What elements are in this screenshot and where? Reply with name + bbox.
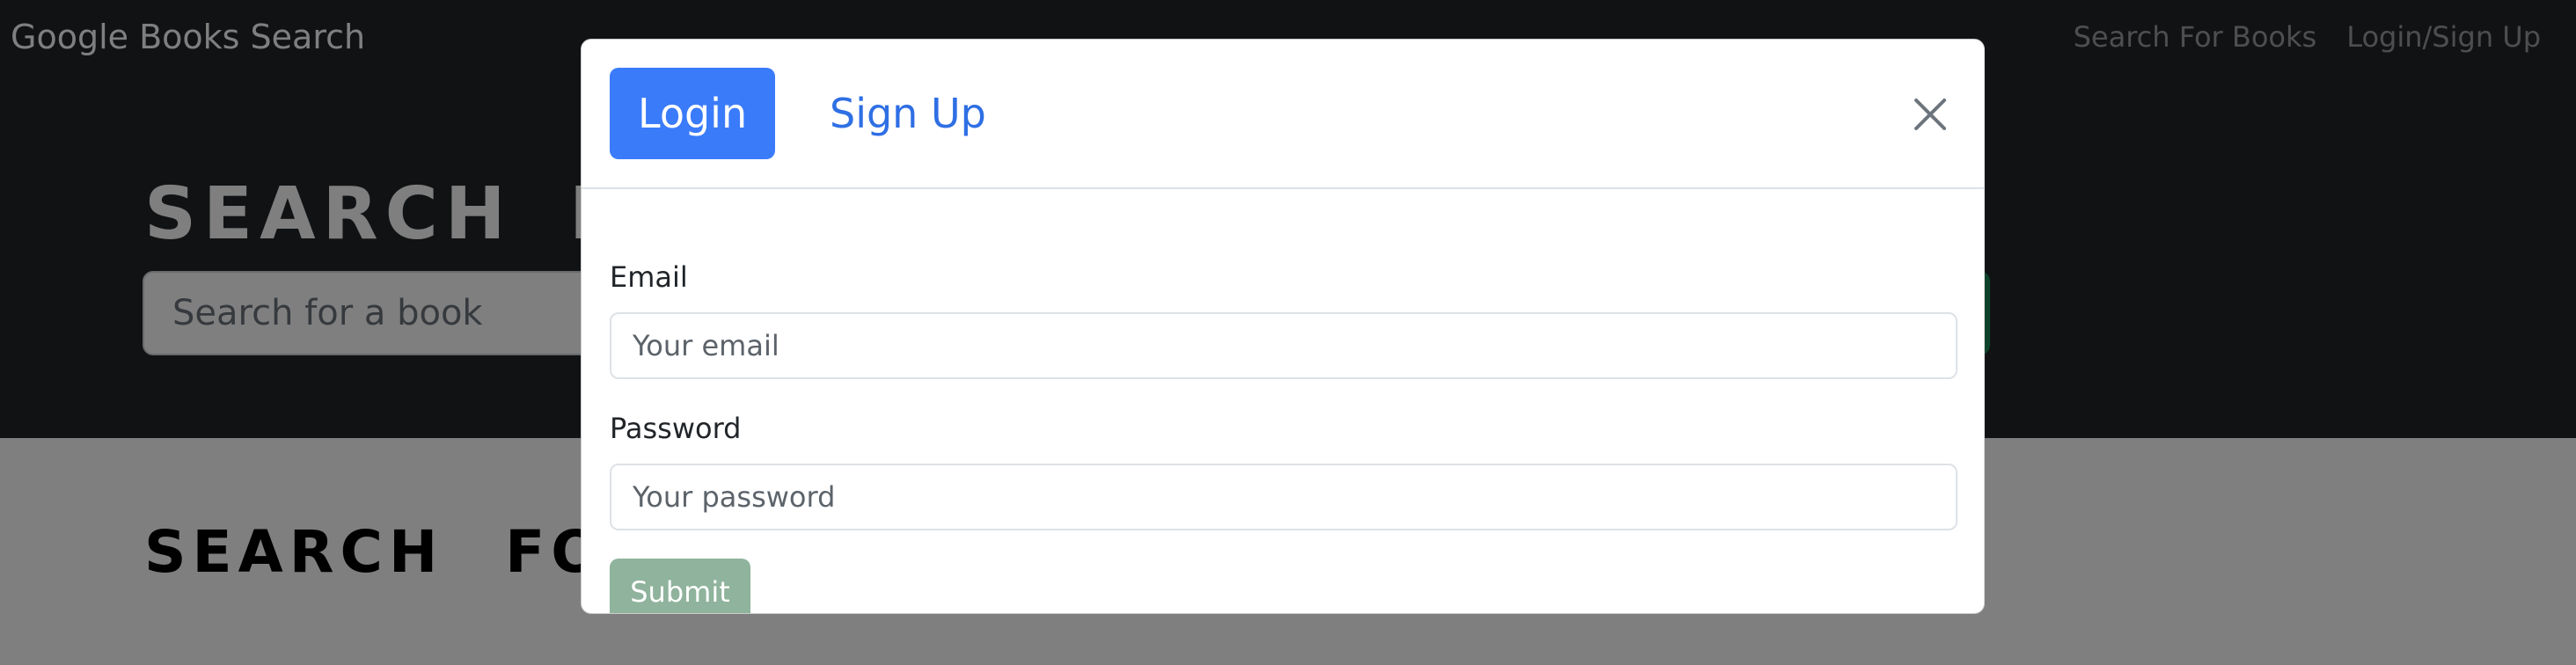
tab-signup[interactable]: Sign Up bbox=[801, 68, 1014, 159]
email-field[interactable] bbox=[610, 312, 1958, 379]
close-button[interactable] bbox=[1899, 84, 1961, 145]
password-field[interactable] bbox=[610, 464, 1958, 530]
submit-button[interactable]: Submit bbox=[610, 559, 750, 613]
tab-login[interactable]: Login bbox=[610, 68, 776, 159]
email-label: Email bbox=[610, 260, 688, 294]
close-icon bbox=[1914, 99, 1946, 130]
password-label: Password bbox=[610, 412, 742, 445]
modal-header: Login Sign Up bbox=[582, 40, 1984, 189]
login-signup-modal: Login Sign Up Email Password Submit bbox=[581, 39, 1985, 614]
